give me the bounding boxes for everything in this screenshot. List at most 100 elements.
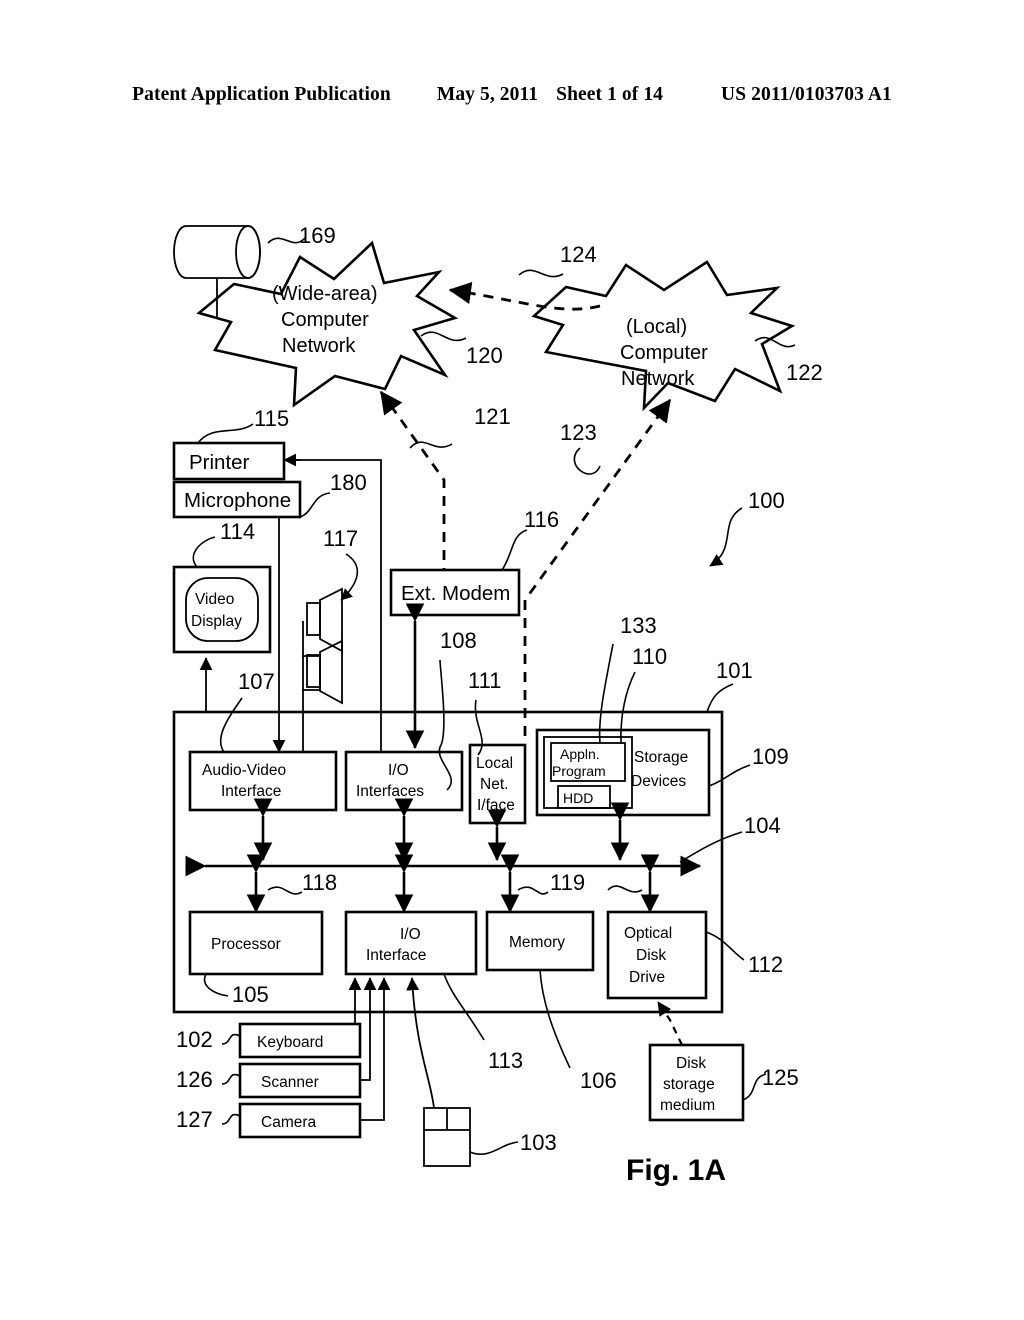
camera-label: Camera [261, 1114, 317, 1131]
leader-100 [709, 507, 743, 567]
storage-devices-label-line2: Devices [631, 773, 686, 790]
av-interface-label-line1: Audio-Video [202, 762, 286, 779]
ref-116: 116 [524, 507, 559, 532]
microphone-label: Microphone [184, 489, 291, 512]
ref-180: 180 [330, 470, 367, 495]
mouse-icon [423, 1107, 471, 1167]
leader-116 [501, 529, 528, 571]
ext-modem-label: Ext. Modem [401, 582, 510, 605]
ref-112: 112 [748, 952, 783, 977]
disk-medium-label-line3: medium [660, 1097, 715, 1114]
leader-121 [409, 441, 453, 449]
lan-label-line2: Computer [620, 342, 708, 364]
memory-label: Memory [509, 934, 565, 951]
ref-115: 115 [254, 406, 289, 431]
ref-113: 113 [488, 1048, 523, 1073]
local-net-label-line1: Local [476, 755, 513, 772]
leader-104 [679, 831, 743, 863]
ref-124: 124 [560, 242, 597, 267]
ref-117: 117 [323, 526, 358, 551]
ref-118: 118 [302, 870, 337, 895]
odd-label-line3: Drive [629, 969, 665, 986]
link-medium-to-odd [657, 1001, 683, 1046]
ref-114: 114 [220, 519, 255, 544]
printer-label: Printer [189, 451, 250, 474]
video-display-box [172, 565, 272, 654]
disk-medium-label-line1: Disk [676, 1055, 706, 1072]
leader-102 [221, 1033, 241, 1045]
leader-117 [340, 553, 359, 601]
wan-label-line2: Computer [281, 309, 369, 331]
leader-115 [197, 423, 254, 444]
io-interfaces-label-line1: I/O [388, 762, 409, 779]
video-display-label-line1: Video [195, 591, 234, 608]
leader-123 [573, 447, 601, 475]
odd-label-line1: Optical [624, 925, 672, 942]
link-wan-lan [448, 281, 601, 311]
io-interface-label-line1: I/O [400, 926, 421, 943]
ref-100: 100 [748, 488, 785, 513]
io-interfaces-label-line2: Interfaces [356, 783, 424, 800]
figure-caption: Fig. 1A [626, 1154, 726, 1187]
appln-program-label-line1: Appln. [560, 746, 600, 762]
ref-103: 103 [520, 1130, 557, 1155]
io-interface-box [344, 910, 478, 976]
ref-125: 125 [762, 1065, 799, 1090]
link-modem-wan [379, 390, 446, 596]
ref-122: 122 [786, 360, 823, 385]
leader-120 [420, 331, 467, 342]
leader-119b [607, 885, 643, 893]
io-interfaces-box [344, 750, 464, 812]
ref-104: 104 [744, 813, 781, 838]
leader-107 [219, 697, 243, 753]
ref-120: 120 [466, 343, 503, 368]
link-localnet-lan [523, 398, 672, 736]
leader-127 [221, 1113, 241, 1125]
leader-101 [706, 683, 734, 713]
leader-126 [221, 1073, 241, 1085]
ref-107: 107 [238, 669, 275, 694]
leader-113 [443, 973, 485, 1041]
leader-118 [267, 886, 303, 895]
processor-label: Processor [211, 936, 281, 953]
io-interface-label-line2: Interface [366, 947, 426, 964]
loudspeakers-icon [302, 587, 343, 705]
storage-devices-label-line1: Storage [634, 749, 688, 766]
ref-127: 127 [176, 1107, 213, 1132]
ref-119: 119 [550, 870, 585, 895]
video-display-label-line2: Display [191, 613, 242, 630]
leader-124 [518, 269, 564, 278]
local-net-label-line3: I/face [477, 797, 515, 814]
scanner-label: Scanner [261, 1074, 319, 1091]
av-interface-label-line2: Interface [221, 783, 281, 800]
ref-123: 123 [560, 420, 597, 445]
lan-label-line1: (Local) [626, 316, 687, 338]
leader-103 [469, 1141, 519, 1155]
ref-108: 108 [440, 628, 477, 653]
ref-101: 101 [716, 658, 753, 683]
ref-133: 133 [620, 613, 657, 638]
keyboard-label: Keyboard [257, 1034, 323, 1051]
hdd-label: HDD [563, 790, 593, 806]
patent-figure-1a: 169 (Wide-area) Computer Network 120 (Lo… [0, 0, 1024, 1320]
disk-medium-label-line2: storage [663, 1076, 715, 1093]
ref-105: 105 [232, 982, 269, 1007]
audio-video-interface-box [188, 750, 338, 812]
ref-126: 126 [176, 1067, 213, 1092]
ref-110: 110 [632, 644, 667, 669]
wire-mouse-to-io [406, 977, 435, 1109]
leader-119a [517, 886, 549, 895]
leader-109 [708, 764, 751, 787]
leader-114 [192, 536, 216, 568]
wire-camera-to-io [360, 977, 391, 1121]
wan-label-line3: Network [282, 335, 356, 357]
odd-label-line2: Disk [636, 947, 666, 964]
ref-106: 106 [580, 1068, 617, 1093]
local-net-label-line2: Net. [480, 776, 508, 793]
appln-program-label-line2: Program [552, 763, 606, 779]
leader-105 [203, 973, 229, 997]
leader-122 [754, 336, 796, 348]
wan-label-line1: (Wide-area) [272, 283, 378, 305]
ref-102: 102 [176, 1027, 213, 1052]
ref-111: 111 [468, 668, 501, 693]
